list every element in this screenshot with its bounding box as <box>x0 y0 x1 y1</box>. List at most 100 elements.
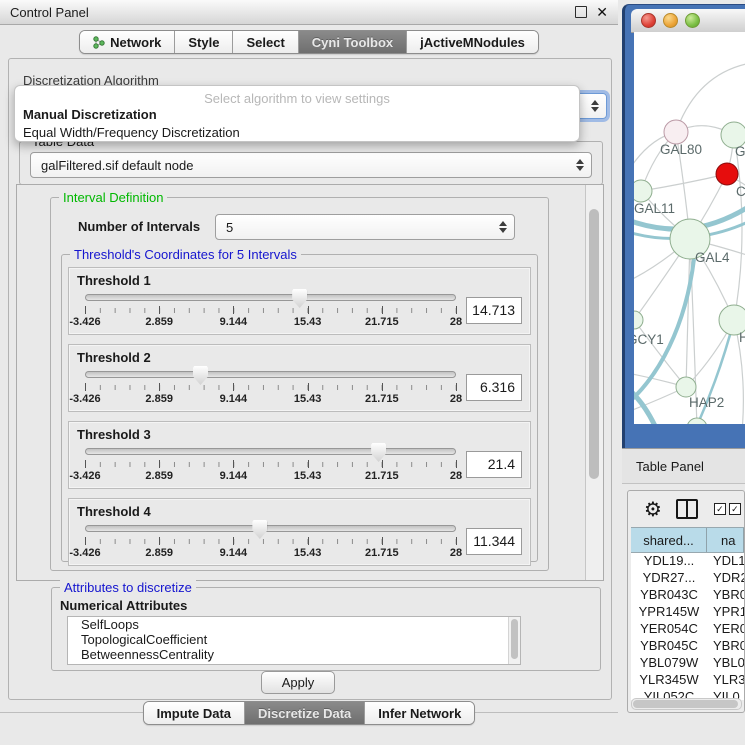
slider-track[interactable] <box>85 448 456 455</box>
slider-track[interactable] <box>85 294 456 301</box>
minor-ticks <box>85 539 456 544</box>
table-cell[interactable]: YBL0 <box>707 655 744 672</box>
close-icon[interactable]: ✕ <box>596 5 608 19</box>
table-row[interactable]: YBL079WYBL0 <box>631 655 744 672</box>
table-cell[interactable]: YBR045C <box>631 638 707 655</box>
table-data-group: Table Data galFiltered.sif default node <box>19 141 603 185</box>
threshold-slider[interactable]: -3.4262.8599.14415.4321.71528 <box>85 366 456 408</box>
network-node-green[interactable] <box>687 418 707 424</box>
slider-track[interactable] <box>85 525 456 532</box>
network-node-green[interactable] <box>676 377 696 397</box>
tick-label: 2.859 <box>145 547 173 559</box>
attribute-list-item[interactable]: SelfLoops <box>68 617 520 632</box>
tick-label: 28 <box>450 393 462 405</box>
tick-label: 15.43 <box>294 393 322 405</box>
column-header-shared-name[interactable]: shared... <box>631 528 707 552</box>
gear-icon[interactable]: ⚙ <box>644 499 662 519</box>
network-edge-highlighted[interactable] <box>634 384 656 424</box>
table-cell[interactable]: YLR345W <box>631 672 707 689</box>
threshold-slider[interactable]: -3.4262.8599.14415.4321.71528 <box>85 520 456 562</box>
table-cell[interactable]: YER0 <box>707 621 744 638</box>
table-cell[interactable]: YLR3 <box>707 672 744 689</box>
tab-cyni-toolbox[interactable]: Cyni Toolbox <box>299 31 407 53</box>
checkbox-icon[interactable]: ✓ <box>714 503 726 515</box>
attribute-list-item[interactable]: BetweennessCentrality <box>68 647 520 662</box>
slider-handle[interactable] <box>371 443 386 462</box>
slider-handle[interactable] <box>292 289 307 308</box>
table-cell[interactable]: YBR0 <box>707 587 744 604</box>
attribute-list-item[interactable]: TopologicalCoefficient <box>68 632 520 647</box>
checkbox-icon[interactable]: ✓ <box>729 503 741 515</box>
zoom-traffic-light[interactable] <box>685 13 700 28</box>
vertical-scrollbar[interactable] <box>585 185 603 580</box>
table-cell[interactable]: YDR27... <box>631 570 707 587</box>
tab-network[interactable]: Network <box>80 31 175 53</box>
scrollbar-thumb[interactable] <box>633 700 738 708</box>
table-cell[interactable]: YPR1 <box>707 604 744 621</box>
network-node-pink[interactable] <box>664 120 688 144</box>
tick-label: 28 <box>450 316 462 328</box>
minimize-traffic-light[interactable] <box>663 13 678 28</box>
tick-label: 2.859 <box>145 470 173 482</box>
tab-infer-network[interactable]: Infer Network <box>365 702 474 724</box>
network-node-red[interactable] <box>716 163 738 185</box>
network-node-label: GAL11 <box>634 201 675 216</box>
threshold-slider[interactable]: -3.4262.8599.14415.4321.71528 <box>85 289 456 331</box>
network-node-label: C <box>736 184 745 199</box>
algorithm-option-equal-width[interactable]: Equal Width/Frequency Discretization <box>15 124 579 142</box>
slider-handle[interactable] <box>252 520 267 539</box>
tab-style[interactable]: Style <box>175 31 233 53</box>
table-row[interactable]: YBR043CYBR0 <box>631 587 744 604</box>
split-table-icon[interactable] <box>676 499 698 519</box>
tab-label: jActiveMNodules <box>420 35 525 50</box>
table-cell[interactable]: YBR043C <box>631 587 707 604</box>
scrollbar-thumb[interactable] <box>589 209 599 479</box>
table-row[interactable]: YBR045CYBR0 <box>631 638 744 655</box>
network-canvas[interactable]: GAL80GACGAL11GAL4GCY1HHAP2 <box>634 32 745 424</box>
table-cell[interactable]: YDR2 <box>707 570 744 587</box>
threshold-panel: Threshold 1 -3.4262.8599.14415.4321.71528… <box>68 267 531 335</box>
table-cell[interactable]: YER054C <box>631 621 707 638</box>
network-edge[interactable] <box>686 239 690 387</box>
slider-handle[interactable] <box>193 366 208 385</box>
tab-discretize-data[interactable]: Discretize Data <box>245 702 365 724</box>
table-cell[interactable]: YPR145W <box>631 604 707 621</box>
table-row[interactable]: YLR345WYLR3 <box>631 672 744 689</box>
network-node-green[interactable] <box>634 311 643 329</box>
slider-track[interactable] <box>85 371 456 378</box>
column-header-name[interactable]: na <box>707 528 744 552</box>
major-tick <box>308 460 309 468</box>
number-of-intervals-combobox[interactable]: 5 <box>215 214 515 240</box>
table-row[interactable]: YDR27...YDR2 <box>631 570 744 587</box>
threshold-value-field[interactable]: 14.713 <box>466 297 522 324</box>
tab-jactivemnodules[interactable]: jActiveMNodules <box>407 31 538 53</box>
threshold-value-field[interactable]: 6.316 <box>466 374 522 401</box>
table-cell[interactable]: YDL1 <box>707 553 744 570</box>
thresholds-group: Threshold's Coordinates for 5 Intervals … <box>61 254 538 562</box>
float-window-icon[interactable] <box>575 6 587 18</box>
table-row[interactable]: YPR145WYPR1 <box>631 604 744 621</box>
tick-label: -3.426 <box>69 393 100 405</box>
threshold-slider[interactable]: -3.4262.8599.14415.4321.71528 <box>85 443 456 485</box>
table-cell[interactable]: YBR0 <box>707 638 744 655</box>
threshold-label: Threshold 1 <box>77 273 522 289</box>
scrollbar-thumb[interactable] <box>511 619 518 659</box>
threshold-value-field[interactable]: 11.344 <box>466 528 522 555</box>
algorithm-option-manual[interactable]: Manual Discretization <box>15 106 579 124</box>
table-row[interactable]: YDL19...YDL1 <box>631 553 744 570</box>
combo-arrows-icon <box>591 100 599 112</box>
horizontal-scrollbar[interactable] <box>631 698 742 710</box>
close-traffic-light[interactable] <box>641 13 656 28</box>
table-row[interactable]: YER054CYER0 <box>631 621 744 638</box>
tick-label: 9.144 <box>220 547 248 559</box>
list-scrollbar[interactable] <box>508 617 520 664</box>
tick-labels: -3.4262.8599.14415.4321.71528 <box>85 316 456 329</box>
table-data-combobox[interactable]: galFiltered.sif default node <box>30 152 592 178</box>
tab-impute-data[interactable]: Impute Data <box>144 702 245 724</box>
tab-select[interactable]: Select <box>233 31 298 53</box>
table-cell[interactable]: YBL079W <box>631 655 707 672</box>
apply-button[interactable]: Apply <box>261 671 335 694</box>
threshold-value-field[interactable]: 21.4 <box>466 451 522 478</box>
table-cell[interactable]: YDL19... <box>631 553 707 570</box>
network-node-green[interactable] <box>634 180 652 202</box>
